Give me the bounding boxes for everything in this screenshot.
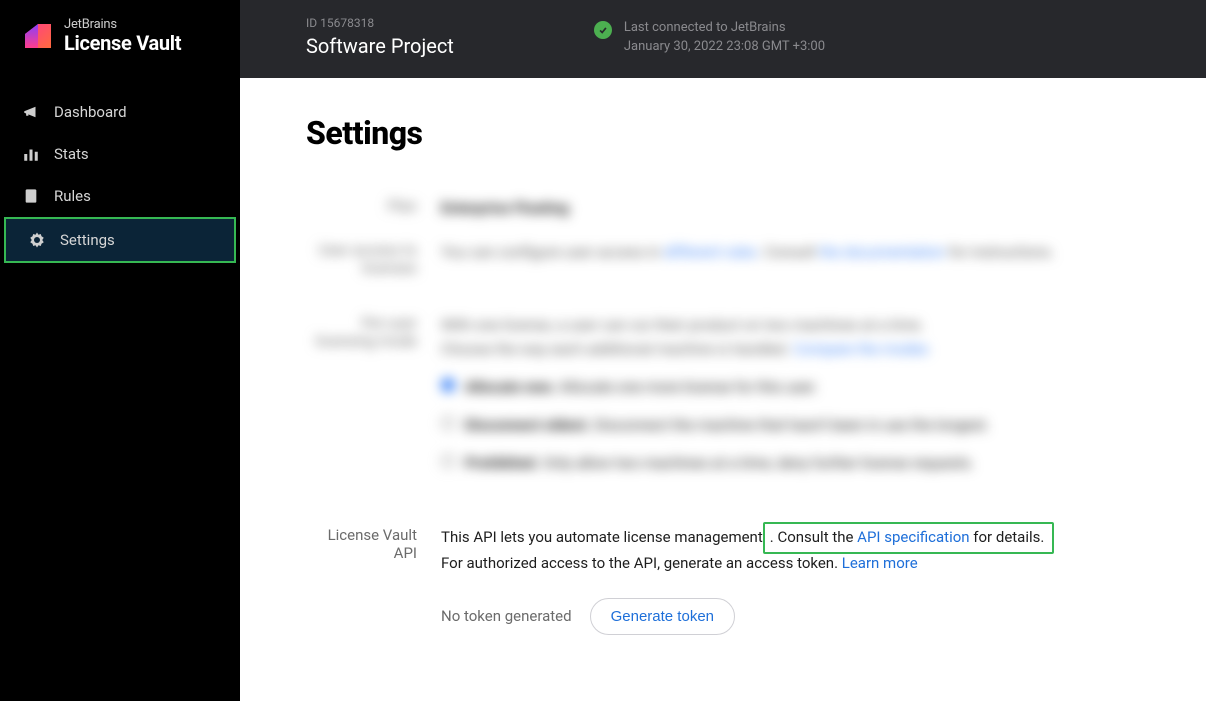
logo-brand-text: JetBrains	[64, 18, 181, 31]
page-icon	[22, 187, 40, 205]
check-icon	[594, 21, 612, 39]
api-access-text: For authorized access to the API, genera…	[441, 554, 842, 572]
logo-icon	[22, 21, 52, 51]
logo-product-text: License Vault	[64, 33, 181, 53]
sidebar-item-dashboard[interactable]: Dashboard	[0, 91, 240, 133]
gear-icon	[28, 231, 46, 249]
connection-label: Last connected to JetBrains	[624, 18, 825, 38]
connection-time: January 30, 2022 23:08 GMT +3:00	[624, 37, 825, 57]
sidebar-item-settings[interactable]: Settings	[6, 219, 234, 261]
nav: Dashboard Stats Rules	[0, 81, 240, 263]
page-title: Settings	[306, 114, 1140, 152]
api-description-text: This API lets you automate license manag…	[441, 528, 763, 546]
sidebar-item-label: Settings	[60, 231, 115, 249]
sidebar-item-label: Stats	[54, 145, 89, 163]
megaphone-icon	[22, 103, 40, 121]
learn-more-link[interactable]: Learn more	[842, 554, 918, 572]
no-token-text: No token generated	[441, 604, 572, 630]
bar-chart-icon	[22, 145, 40, 163]
sidebar-item-label: Rules	[54, 187, 91, 205]
header: ID 15678318 Software Project Last connec…	[240, 0, 1206, 78]
sidebar: JetBrains License Vault Dashboard Sta	[0, 0, 240, 701]
project-title: Software Project	[306, 34, 454, 58]
sidebar-item-highlight: Settings	[4, 217, 236, 263]
project-id: ID 15678318	[306, 16, 454, 30]
api-label: License Vault API	[306, 525, 441, 635]
blurred-settings-region: Plan Enterprise Floating User access to …	[306, 196, 1140, 489]
api-specification-link[interactable]: API specification	[857, 528, 969, 546]
sidebar-item-label: Dashboard	[54, 103, 127, 121]
logo[interactable]: JetBrains License Vault	[0, 0, 240, 81]
connection-status: Last connected to JetBrains January 30, …	[594, 18, 825, 57]
api-spec-highlight: . Consult the API specification for deta…	[763, 522, 1055, 554]
generate-token-button[interactable]: Generate token	[590, 598, 735, 635]
sidebar-item-stats[interactable]: Stats	[0, 133, 240, 175]
api-section: License Vault API This API lets you auto…	[306, 525, 1140, 635]
sidebar-item-rules[interactable]: Rules	[0, 175, 240, 217]
